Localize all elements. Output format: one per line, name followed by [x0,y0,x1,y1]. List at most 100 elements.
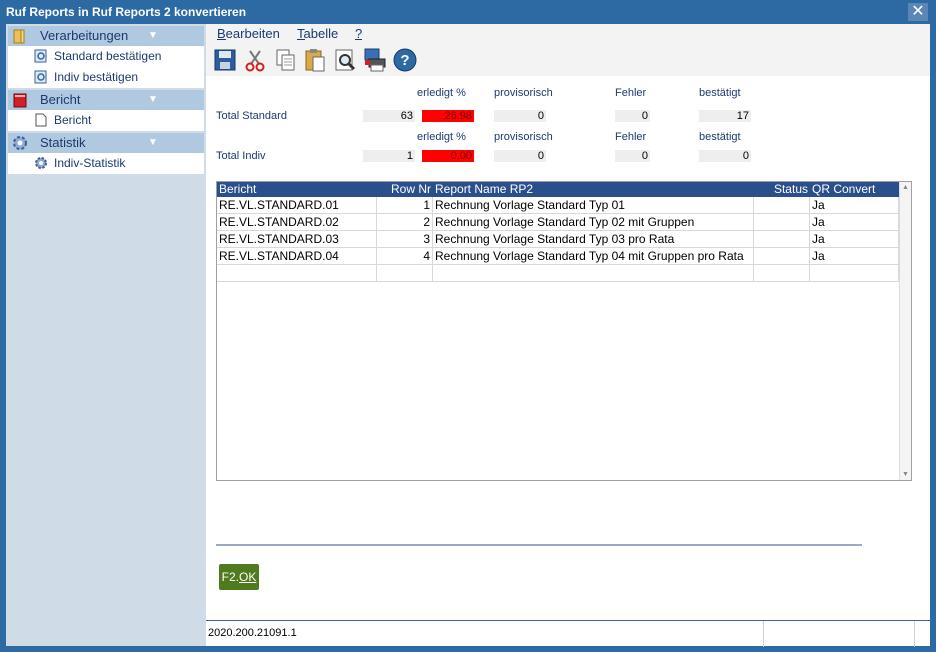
cell-report-name[interactable]: Rechnung Vorlage Standard Typ 01 [433,197,754,214]
refresh-doc-icon [34,49,47,63]
sidebar-group-statistik[interactable]: Statistik ▼ [8,133,204,153]
status-bar: 2020.200.21091.1 [206,620,930,647]
cell-bericht[interactable]: RE.VL.STANDARD.04 [217,248,377,265]
cell-status[interactable] [754,248,810,265]
indiv-count: 1 [363,150,415,162]
sidebar-item-indiv-bestaetigen[interactable]: Indiv bestätigen [8,67,204,88]
header-provisorisch: provisorisch [494,131,553,143]
standard-provisional: 0 [494,110,546,122]
sidebar-item-label: Standard bestätigen [54,49,162,63]
ok-button-label: OK [239,570,257,584]
scroll-down-icon[interactable]: ▼ [902,471,909,478]
cell-report-name[interactable]: Rechnung Vorlage Standard Typ 04 mit Gru… [433,248,754,265]
chevron-down-icon[interactable]: ▼ [148,133,158,153]
menu-bar: Bearbeiten Tabelle ? [206,24,930,44]
close-icon[interactable]: ✕ [908,3,928,21]
sidebar-item-label: Bericht [54,113,92,127]
cell-status[interactable] [754,231,810,248]
column-header-status[interactable]: Status [754,182,810,197]
help-icon[interactable]: ? [392,47,418,73]
chevron-down-icon[interactable]: ▼ [148,90,158,110]
cell-report-name[interactable]: Rechnung Vorlage Standard Typ 03 pro Rat… [433,231,754,248]
header-bestaetigt: bestätigt [699,87,741,99]
indiv-provisional: 0 [494,150,546,162]
cell-status[interactable] [754,214,810,231]
refresh-doc-icon [34,70,47,84]
menu-bearbeiten[interactable]: Bearbeiten [217,26,280,41]
preview-icon[interactable] [332,47,358,73]
status-separator [914,621,915,647]
sidebar-group-label: Bericht [40,92,81,107]
sidebar: Verarbeitungen ▼ Standard bestätigen Ind… [6,24,206,646]
cell-empty[interactable] [377,265,433,282]
cell-status[interactable] [754,197,810,214]
indiv-errors: 0 [615,150,650,162]
column-header-report-name[interactable]: Report Name RP2 [433,182,754,197]
gear-icon [13,136,27,150]
paste-icon[interactable] [302,47,328,73]
divider [216,544,862,546]
cell-empty[interactable] [217,265,377,282]
copy-icon[interactable] [272,47,298,73]
header-provisorisch: provisorisch [494,87,553,99]
standard-confirmed: 17 [699,110,751,122]
main-panel: Bearbeiten Tabelle ? ? erledigt % provis… [206,24,930,647]
chevron-down-icon[interactable]: ▼ [148,26,158,46]
ok-button-prefix: F2. [221,570,239,584]
scroll-up-icon[interactable]: ▲ [902,184,909,191]
cell-empty[interactable] [754,265,810,282]
header-fehler: Fehler [615,131,647,143]
sidebar-item-indiv-statistik[interactable]: Indiv-Statistik [8,153,204,174]
cut-icon[interactable] [242,47,268,73]
cell-empty[interactable] [810,265,899,282]
cell-row-nr[interactable]: 2 [377,214,433,231]
gear-icon [35,157,47,169]
cell-bericht[interactable]: RE.VL.STANDARD.02 [217,214,377,231]
total-standard-label: Total Standard [216,110,287,122]
column-header-row-nr[interactable]: Row Nr [377,182,433,197]
sidebar-group-verarbeitungen[interactable]: Verarbeitungen ▼ [8,26,204,46]
content-area: Verarbeitungen ▼ Standard bestätigen Ind… [6,24,930,647]
header-erledigt: erledigt % [417,87,466,99]
sidebar-item-standard-bestaetigen[interactable]: Standard bestätigen [8,46,204,67]
cell-qr-convert[interactable]: Ja [810,197,899,214]
toolbar: ? [206,44,930,76]
sidebar-item-label: Indiv bestätigen [54,70,139,84]
indiv-confirmed: 0 [699,150,751,162]
standard-errors: 0 [615,110,650,122]
print-icon[interactable] [362,47,388,73]
cell-bericht[interactable]: RE.VL.STANDARD.03 [217,231,377,248]
status-separator [763,621,764,647]
cell-qr-convert[interactable]: Ja [810,248,899,265]
ok-button[interactable]: F2.OK [219,564,259,590]
report-book-icon [13,93,27,108]
title-bar: Ruf Reports in Ruf Reports 2 konvertiere… [0,0,936,24]
column-header-bericht[interactable]: Bericht [217,182,377,197]
cell-qr-convert[interactable]: Ja [810,214,899,231]
cell-row-nr[interactable]: 4 [377,248,433,265]
cell-qr-convert[interactable]: Ja [810,231,899,248]
cell-report-name[interactable]: Rechnung Vorlage Standard Typ 02 mit Gru… [433,214,754,231]
save-icon[interactable] [212,47,238,73]
document-icon [35,113,47,127]
standard-done-percent: 26.98 [422,110,474,122]
sidebar-group-label: Statistik [40,135,86,150]
report-grid[interactable]: Bericht Row Nr Report Name RP2 Status QR… [216,181,912,481]
sidebar-item-bericht[interactable]: Bericht [8,110,204,131]
cell-empty[interactable] [433,265,754,282]
header-bestaetigt: bestätigt [699,131,741,143]
column-header-qr-convert[interactable]: QR Convert [810,182,899,197]
total-indiv-label: Total Indiv [216,150,266,162]
svg-text:?: ? [400,52,409,69]
window-title: Ruf Reports in Ruf Reports 2 konvertiere… [6,5,247,19]
sidebar-group-bericht[interactable]: Bericht ▼ [8,90,204,110]
cell-row-nr[interactable]: 3 [377,231,433,248]
grid-scrollbar[interactable]: ▲ ▼ [899,182,911,480]
version-label: 2020.200.21091.1 [208,627,297,639]
folder-icon [13,29,25,44]
header-erledigt: erledigt % [417,131,466,143]
sidebar-group-label: Verarbeitungen [40,28,129,43]
cell-row-nr[interactable]: 1 [377,197,433,214]
cell-bericht[interactable]: RE.VL.STANDARD.01 [217,197,377,214]
header-fehler: Fehler [615,87,647,99]
